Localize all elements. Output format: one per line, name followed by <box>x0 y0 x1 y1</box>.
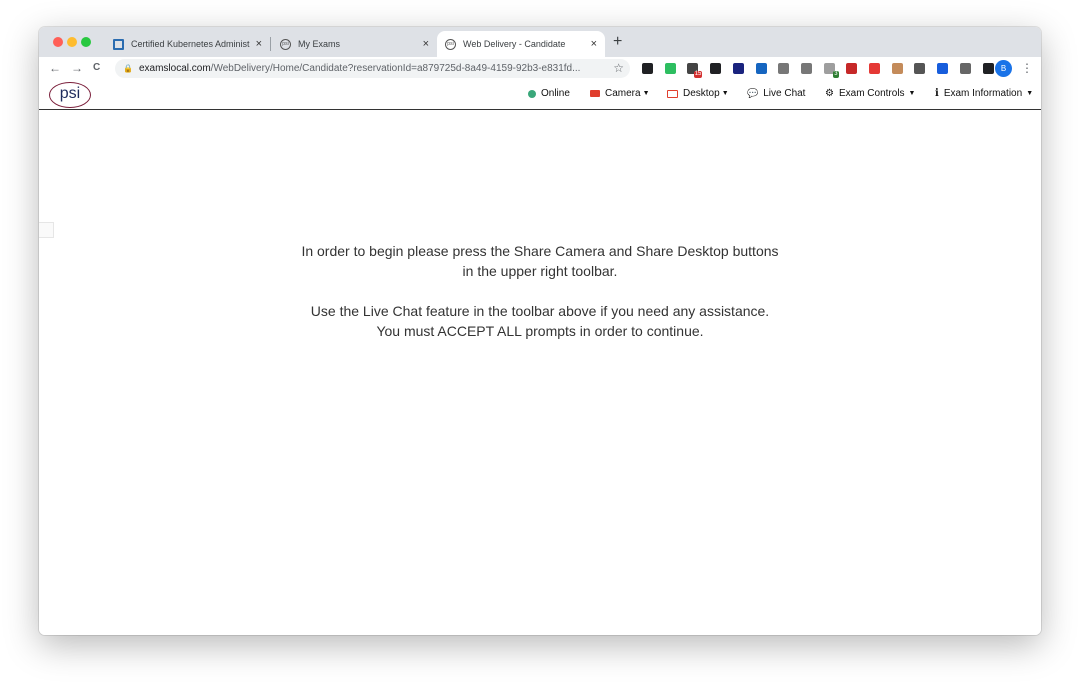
instruction-line-1: In order to begin please press the Share… <box>301 243 779 259</box>
forward-button[interactable]: → <box>71 61 83 75</box>
online-status: Online <box>528 88 570 99</box>
profile-avatar[interactable]: B <box>995 60 1012 77</box>
tab-title: My Exams <box>298 39 341 49</box>
bookmark-star-icon[interactable]: ☆ <box>613 61 624 75</box>
caret-down-icon: ▼ <box>908 90 916 97</box>
url-domain: examslocal.com <box>138 63 211 74</box>
camera-label: Camera <box>605 88 641 99</box>
new-tab-button[interactable]: + <box>613 33 622 51</box>
instruction-line-4: You must ACCEPT ALL prompts in order to … <box>376 323 704 339</box>
kubernetes-favicon-icon <box>113 38 124 50</box>
evernote-icon[interactable] <box>664 63 676 74</box>
url-field[interactable]: 🔒 examslocal.com /WebDelivery/Home/Candi… <box>115 59 630 78</box>
lock-icon: 🔒 <box>123 64 133 73</box>
back-button[interactable]: ← <box>49 61 61 75</box>
bookmark-icon[interactable] <box>642 63 653 74</box>
tab-title: Certified Kubernetes Administ <box>131 39 250 49</box>
close-tab-icon[interactable]: × <box>256 38 262 50</box>
instruction-line-3: Use the Live Chat feature in the toolbar… <box>310 303 770 319</box>
puzzle-outline-icon[interactable] <box>800 63 812 74</box>
online-dot-icon <box>528 89 536 98</box>
tab-certified-kubernetes[interactable]: Certified Kubernetes Administ × <box>105 31 270 57</box>
exam-information-label: Exam Information <box>943 88 1023 99</box>
url-path: /WebDelivery/Home/Candidate?reservationI… <box>210 63 581 74</box>
gears-icon: ⚙ <box>825 88 834 99</box>
download-icon[interactable] <box>710 63 722 74</box>
browser-menu-icon[interactable]: ⋮ <box>1021 61 1033 75</box>
tab-bar: Certified Kubernetes Administ × psi My E… <box>39 27 1041 57</box>
camera-menu-button[interactable]: Camera ▼ <box>590 88 650 99</box>
close-tab-icon[interactable]: × <box>591 38 597 50</box>
logo-text: psi <box>59 85 81 102</box>
tab-my-exams[interactable]: psi My Exams × <box>272 31 437 57</box>
psi-favicon-icon: psi <box>445 38 456 50</box>
live-chat-label: Live Chat <box>763 88 806 99</box>
side-panel-handle[interactable] <box>39 222 54 238</box>
maximize-window-button[interactable] <box>81 37 91 47</box>
search-icon[interactable] <box>778 63 790 74</box>
exam-controls-label: Exam Controls <box>838 88 905 99</box>
extension-badge: 3 <box>833 71 839 78</box>
edit-icon[interactable] <box>959 63 971 74</box>
caret-down-icon: ▼ <box>642 90 650 97</box>
online-label: Online <box>541 88 570 99</box>
minimize-window-button[interactable] <box>67 37 77 47</box>
info-icon: i <box>935 88 939 99</box>
instruction-line-2: in the upper right toolbar. <box>462 263 618 279</box>
bitwarden-icon[interactable] <box>937 63 949 74</box>
y-icon[interactable] <box>755 63 767 74</box>
flag-icon[interactable] <box>846 63 858 74</box>
extension-badge: 15 <box>693 71 703 78</box>
desktop-icon <box>667 89 678 98</box>
camera-icon <box>590 90 600 97</box>
close-tab-icon[interactable]: × <box>423 38 429 50</box>
live-chat-button[interactable]: 💬 Live Chat <box>747 88 805 99</box>
desktop-label: Desktop <box>683 88 720 99</box>
tab-web-delivery[interactable]: psi Web Delivery - Candidate × <box>437 31 605 57</box>
psi-favicon-icon: psi <box>280 38 291 50</box>
box-icon[interactable] <box>891 63 903 74</box>
browser-window: Certified Kubernetes Administ × psi My E… <box>39 27 1041 635</box>
extensions-icon[interactable] <box>982 63 994 74</box>
psi-logo: psi <box>49 82 91 108</box>
target-icon[interactable] <box>732 63 744 74</box>
exam-controls-menu-button[interactable]: ⚙ Exam Controls ▼ <box>825 88 915 99</box>
desktop-menu-button[interactable]: Desktop ▼ <box>667 88 729 99</box>
main-content: In order to begin please press the Share… <box>39 110 1041 635</box>
site-toolbar: psi Online Camera ▼ Desktop ▼ 💬 Live Cha… <box>39 81 1041 110</box>
reload-button[interactable]: C <box>93 62 100 73</box>
exam-information-menu-button[interactable]: i Exam Information ▼ <box>935 88 1033 99</box>
chat-bubble-icon: 💬 <box>747 88 759 98</box>
caret-down-icon: ▼ <box>721 90 729 97</box>
tab-divider <box>270 37 271 51</box>
tab-title: Web Delivery - Candidate <box>463 39 566 49</box>
close-window-button[interactable] <box>53 37 63 47</box>
message-icon[interactable]: 3 <box>823 63 839 78</box>
recycle-icon[interactable] <box>914 63 926 74</box>
caret-down-icon: ▼ <box>1026 90 1034 97</box>
notification-icon[interactable]: 15 <box>687 63 703 78</box>
address-bar: ← → C 🔒 examslocal.com /WebDelivery/Home… <box>39 57 1041 82</box>
opera-icon[interactable] <box>869 63 880 74</box>
